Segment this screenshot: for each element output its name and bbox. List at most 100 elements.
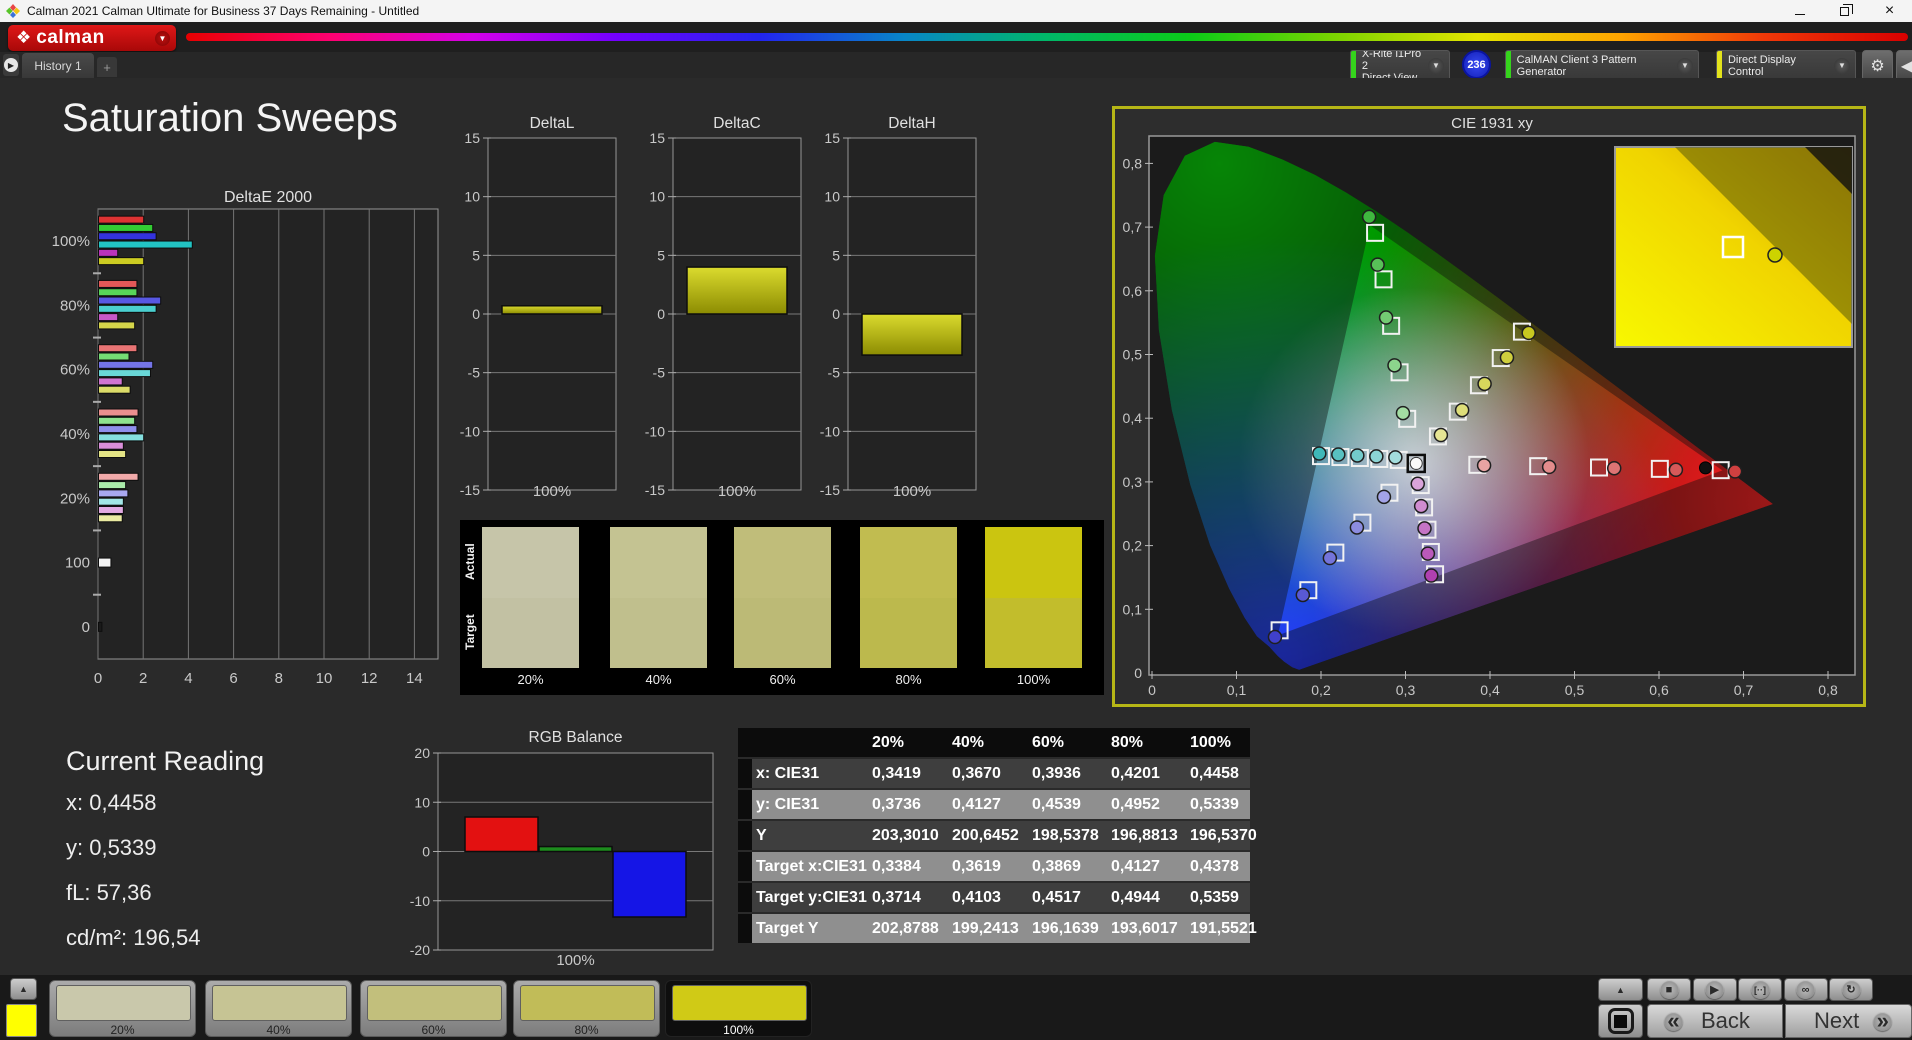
tick-label: -15 — [645, 482, 665, 498]
device-dropdown-2[interactable]: CalMAN Client 3 Pattern Generator ▼ — [1505, 50, 1699, 81]
stop-button[interactable]: ■ — [1647, 978, 1691, 1001]
bar-blue — [98, 232, 157, 241]
tick-label: 0 — [94, 670, 102, 687]
bar-blue — [98, 296, 162, 305]
bar-red — [464, 816, 539, 853]
bar-magenta — [98, 441, 124, 450]
plot-area — [97, 208, 439, 660]
table-cell: 0,3670 — [948, 759, 1028, 788]
minimize-icon[interactable] — [1777, 0, 1822, 22]
bar — [98, 557, 112, 568]
tick-label: 0 — [1148, 682, 1156, 698]
table-cell: 198,5378 — [1028, 821, 1107, 850]
chevron-down-icon: ▼ — [1677, 57, 1693, 74]
tick-label: -10 — [410, 893, 430, 909]
category-label: 100% — [52, 233, 90, 250]
tick-label: 15 — [824, 130, 840, 146]
measured-point — [1698, 461, 1712, 475]
bar — [686, 266, 788, 315]
back-button[interactable]: « Back — [1647, 1004, 1783, 1038]
target-swatch — [734, 597, 831, 668]
cie-1931-panel[interactable]: CIE 1931 xy 0 0,1 0,1 0,2 0,2 0,3 0,3 0,4 0,4 0,5 0… — [1112, 106, 1866, 707]
x-axis-label: 100% — [533, 483, 571, 500]
series-button[interactable]: [··] — [1738, 978, 1782, 1001]
measured-point-green — [1387, 358, 1402, 373]
measured-point-yellow — [1521, 325, 1536, 341]
table-cell: 203,3010 — [868, 821, 948, 850]
close-icon[interactable]: × — [1867, 0, 1912, 22]
device-dropdown-1[interactable]: X-Rite i1Pro 2 Direct View ▼ — [1350, 50, 1450, 81]
tick-label: 0 — [472, 306, 480, 322]
pattern-button-60%[interactable]: 60% — [360, 980, 507, 1037]
settings-button[interactable]: ⚙ — [1862, 50, 1893, 81]
chevron-down-icon: ▼ — [1428, 57, 1444, 74]
calman-app-icon — [6, 4, 20, 18]
pattern-label: 60% — [421, 1023, 446, 1037]
bar-blue — [98, 360, 154, 369]
target-swatch — [610, 597, 707, 668]
bar-red — [98, 344, 138, 353]
calman-logo-icon: ❖ — [16, 28, 32, 47]
measured-point-cyan — [1369, 449, 1384, 464]
deltah-chart: DeltaH 15 10 5 0 -5 -10 -15 100% — [820, 115, 977, 500]
tick-label: 10 — [649, 189, 665, 205]
measured-point-yellow — [1454, 402, 1470, 418]
bar-green — [98, 481, 127, 490]
measured-point-green — [1378, 310, 1394, 325]
meter-count-badge[interactable]: 236 — [1462, 50, 1491, 79]
bar — [501, 305, 603, 315]
play-button[interactable]: ▶ — [1692, 978, 1737, 1001]
bar-cyan — [98, 240, 193, 249]
tab-history-1[interactable]: History 1 — [22, 53, 94, 78]
table-cell: 0,3869 — [1028, 852, 1107, 881]
device-label: CalMAN Client 3 Pattern Generator — [1516, 53, 1637, 78]
pattern-panel-expand-button[interactable]: ▲ — [10, 978, 37, 1000]
column-header: 60% — [1028, 728, 1107, 757]
collapse-panel-button[interactable]: ◀ — [1896, 50, 1912, 81]
bar-magenta — [98, 505, 124, 514]
bar-blue — [98, 425, 138, 434]
pattern-button-20%[interactable]: 20% — [49, 980, 196, 1037]
table-cell: 0,4458 — [1186, 759, 1250, 788]
measured-point-blue — [1322, 550, 1338, 566]
table-header-label — [752, 728, 868, 757]
blank-pattern-button[interactable] — [1598, 1004, 1643, 1038]
pattern-button-80%[interactable]: 80% — [513, 980, 660, 1037]
loop-button[interactable]: ∞ — [1783, 978, 1828, 1001]
pattern-button-100%[interactable]: 100% — [665, 980, 812, 1037]
next-button[interactable]: Next » — [1785, 1004, 1912, 1038]
tick-label: 0,7 — [1123, 219, 1143, 235]
table-cell: 0,3384 — [868, 852, 948, 881]
play-icon: ▶ — [4, 58, 18, 72]
pattern-button-40%[interactable]: 40% — [205, 980, 352, 1037]
calman-menu-button[interactable]: ❖ calman ▼ — [8, 25, 176, 51]
bar-green — [98, 288, 138, 297]
tab-scroll-button[interactable]: ▶ — [3, 54, 19, 76]
table-cell: 0,4201 — [1107, 759, 1186, 788]
back-label: Back — [1701, 1008, 1750, 1033]
chevron-up-icon: ▲ — [19, 984, 28, 994]
row-gutter — [738, 759, 752, 788]
device-dropdown-3[interactable]: Direct Display Control ▼ — [1716, 50, 1856, 81]
swatch-column-label: 20% — [517, 672, 544, 687]
calman-window: Calman 2021 Calman Ultimate for Business… — [0, 0, 1912, 1040]
refresh-button[interactable]: ↻ — [1829, 978, 1873, 1001]
add-tab-button[interactable]: + — [97, 57, 117, 77]
chart-title: DeltaH — [888, 115, 935, 132]
measured-point-yellow — [1433, 427, 1449, 443]
tick-label: 5 — [832, 247, 840, 263]
workspace: Saturation Sweeps DeltaE 2000 0 2 4 6 8 10 12 14… — [0, 78, 1912, 975]
table-corner — [738, 728, 752, 757]
table-cell: 0,4127 — [1107, 852, 1186, 881]
measured-point-yellow — [1477, 376, 1492, 392]
pattern-label: 80% — [574, 1023, 599, 1037]
measured-point-cyan — [1388, 450, 1403, 465]
restore-icon[interactable] — [1822, 0, 1867, 22]
tick-label: -15 — [460, 482, 480, 498]
tick-label: 0 — [832, 306, 840, 322]
refresh-icon: ↻ — [1841, 980, 1861, 999]
tick-label: 0,3 — [1123, 474, 1143, 490]
transport-panel-expand-button[interactable]: ▲ — [1598, 978, 1643, 1001]
table-cell: 0,4127 — [948, 790, 1028, 819]
device-label: X-Rite i1Pro 2 Direct View — [1361, 50, 1422, 81]
